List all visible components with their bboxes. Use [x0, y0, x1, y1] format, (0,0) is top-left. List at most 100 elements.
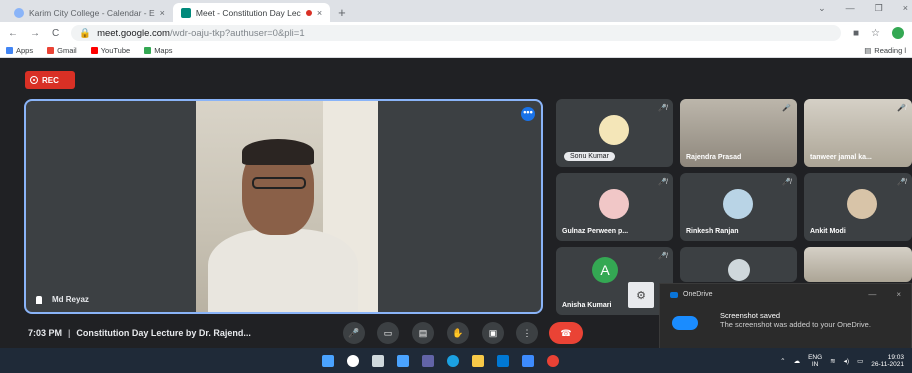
participant-tile[interactable]	[804, 247, 912, 282]
participant-tile[interactable]: 🎤̸ Ankit Modi	[804, 173, 912, 241]
taskbar-apps	[322, 354, 559, 367]
captions-button[interactable]: ▤	[412, 322, 434, 344]
camera-in-use-icon[interactable]: ■	[853, 28, 859, 39]
bookmark-star-icon[interactable]: ☆	[871, 28, 880, 39]
apps-icon	[6, 47, 13, 54]
bookmark-maps[interactable]: Maps	[144, 46, 173, 55]
task-view-icon[interactable]	[372, 354, 384, 367]
language-indicator[interactable]: ENG IN	[808, 354, 822, 368]
participant-name: Rinkesh Ranjan	[686, 228, 739, 235]
participant-tile[interactable]: A 🎤̸ Anisha Kumari	[556, 247, 673, 315]
forward-icon[interactable]: →	[30, 28, 40, 39]
participant-tile[interactable]: 🎤̸ Rinkesh Ranjan	[680, 173, 797, 241]
close-notification-button[interactable]: ×	[896, 290, 901, 299]
mic-muted-icon: 🎤̸	[897, 179, 906, 186]
mic-icon: 🎤	[782, 105, 791, 112]
settings-gear-icon[interactable]: ⚙	[628, 282, 654, 308]
participant-tile[interactable]: 🎤 Rajendra Prasad	[680, 99, 797, 167]
new-tab-button[interactable]: +	[330, 3, 354, 22]
participant-name: Ankit Modi	[810, 228, 846, 235]
record-icon	[30, 76, 38, 84]
gmail-icon	[47, 47, 55, 54]
bookmark-apps[interactable]: Apps	[6, 46, 33, 55]
url-field[interactable]: 🔒 meet.google.com/wdr-oaju-tkp?authuser=…	[71, 25, 841, 41]
pin-icon	[36, 295, 42, 304]
onedrive-notification[interactable]: OneDrive — × Screenshot saved The screen…	[659, 283, 912, 350]
close-window-button[interactable]: ×	[903, 3, 908, 14]
windows-taskbar: ⌃ ☁ ENG IN ≋ ◂) ▭ 19:03 26-11-2021	[0, 348, 912, 373]
search-icon[interactable]	[347, 354, 359, 367]
recording-indicator-icon	[305, 9, 312, 16]
tab-label: Karim City College - Calendar - E	[29, 7, 155, 18]
taskbar-clock[interactable]: 19:03 26-11-2021	[871, 354, 904, 368]
minimize-notification-button[interactable]: —	[868, 290, 876, 299]
tray-overflow-icon[interactable]: ⌃	[780, 357, 785, 365]
microphone-button[interactable]: 🎤	[343, 322, 365, 344]
profile-avatar[interactable]	[892, 27, 904, 39]
edge-icon[interactable]	[447, 354, 459, 367]
raise-hand-button[interactable]: ✋	[447, 322, 469, 344]
onedrive-tray-icon[interactable]: ☁	[794, 357, 801, 365]
microphone-icon: 🎤	[348, 327, 360, 338]
close-tab-icon[interactable]: ×	[317, 8, 322, 18]
mic-muted-icon: 🎤̸	[658, 179, 667, 186]
recording-badge[interactable]: REC	[25, 71, 75, 89]
captions-icon: ▤	[418, 327, 428, 338]
participant-name: Gulnaz Perween p...	[562, 228, 629, 235]
notification-body: The screenshot was added to your OneDriv…	[720, 320, 871, 329]
leave-call-button[interactable]: ☎	[549, 322, 583, 344]
notification-title: Screenshot saved	[720, 311, 781, 320]
tab-search-icon[interactable]: ⌄	[818, 3, 826, 14]
bookmark-gmail[interactable]: Gmail	[47, 46, 77, 55]
participant-name: tanweer jamal ka...	[810, 154, 872, 161]
meeting-time: 7:03 PM	[28, 328, 63, 338]
battery-icon[interactable]: ▭	[857, 357, 863, 365]
system-tray: ⌃ ☁ ENG IN ≋ ◂) ▭ 19:03 26-11-2021	[780, 354, 904, 368]
meeting-title: Constitution Day Lecture by Dr. Rajend..…	[76, 328, 251, 338]
mic-muted-icon: 🎤̸	[897, 105, 906, 112]
tab-calendar[interactable]: Karim City College - Calendar - E ×	[6, 3, 173, 22]
volume-icon[interactable]: ◂)	[844, 357, 849, 365]
teams-icon[interactable]	[422, 354, 434, 367]
windows-start-icon[interactable]	[322, 354, 334, 367]
tile-more-options-button[interactable]: •••	[521, 107, 535, 121]
avatar	[728, 259, 750, 281]
avatar	[847, 189, 877, 219]
camera-button[interactable]: ▭	[377, 322, 399, 344]
participant-tile[interactable]: 🎤̸ Gulnaz Perween p...	[556, 173, 673, 241]
maximize-button[interactable]: ❐	[875, 3, 883, 14]
wifi-icon[interactable]: ≋	[830, 357, 835, 365]
back-icon[interactable]: ←	[8, 28, 18, 39]
more-options-button[interactable]: ⋮	[516, 322, 538, 344]
url-path: /wdr-oaju-tkp?authuser=0&pli=1	[169, 27, 305, 39]
present-button[interactable]: ▣	[482, 322, 504, 344]
hang-up-icon: ☎	[560, 327, 572, 338]
participant-tile[interactable]: 🎤̸ Sonu Kumar	[556, 99, 673, 167]
store-icon[interactable]	[522, 354, 534, 367]
speaker-name-label: Md Reyaz	[36, 295, 89, 304]
widgets-icon[interactable]	[397, 354, 409, 367]
participant-tile[interactable]: 🎤̸ tanweer jamal ka...	[804, 99, 912, 167]
meeting-details[interactable]: 7:03 PM | Constitution Day Lecture by Dr. …	[28, 328, 251, 338]
more-vert-icon: ⋮	[522, 327, 532, 338]
present-icon: ▣	[488, 327, 498, 338]
file-explorer-icon[interactable]	[472, 354, 484, 367]
tab-meet[interactable]: Meet - Constitution Day Lec ×	[172, 3, 331, 22]
participant-tile[interactable]	[680, 247, 797, 282]
minimize-button[interactable]: —	[846, 3, 855, 14]
lock-icon: 🔒	[79, 27, 92, 39]
reload-icon[interactable]: C	[52, 28, 59, 39]
camera-icon: ▭	[383, 327, 393, 338]
main-speaker-tile[interactable]: ••• Md Reyaz	[24, 99, 543, 314]
reading-list[interactable]: ▤ Reading l	[864, 46, 906, 55]
mail-icon[interactable]	[497, 354, 509, 367]
bookmark-youtube[interactable]: YouTube	[90, 46, 130, 55]
notification-header: OneDrive	[670, 291, 713, 298]
address-bar-row: ← → C 🔒 meet.google.com/wdr-oaju-tkp?aut…	[0, 22, 912, 44]
close-tab-icon[interactable]: ×	[160, 8, 165, 18]
mic-muted-icon: 🎤̸	[782, 179, 791, 186]
avatar: A	[592, 257, 618, 283]
chrome-icon[interactable]	[547, 354, 559, 367]
speaker-video	[196, 101, 378, 312]
onedrive-cloud-icon	[672, 316, 698, 330]
